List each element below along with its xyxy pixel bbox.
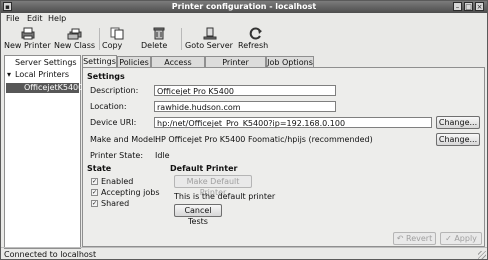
make-model-label: Make and Model: — [90, 135, 158, 144]
default-printer-heading: Default Printer — [170, 164, 238, 173]
device-uri-field[interactable]: hp:/net/Officejet_Pro_K5400?ip=192.168.0… — [154, 117, 432, 128]
tab-strip: Settings Policies Access control Printer… — [82, 55, 485, 78]
resize-grip-icon[interactable] — [478, 251, 486, 259]
menu-help[interactable]: Help — [48, 14, 66, 23]
refresh-icon — [249, 27, 262, 40]
enabled-checkbox[interactable]: ✓ — [91, 178, 98, 185]
revert-button[interactable]: ↶ Revert — [393, 232, 436, 245]
tab-policies[interactable]: Policies — [117, 56, 151, 67]
delete-button[interactable]: Delete — [141, 25, 177, 53]
tree-item-local-printers[interactable]: Local Printers — [15, 70, 69, 79]
tree-item-server-settings[interactable]: Server Settings — [15, 58, 77, 67]
printer-configuration-window: Printer configuration - localhost ▪ – □ … — [0, 0, 488, 260]
make-model-value: HP Officejet Pro K5400 Foomatic/hpijs (r… — [155, 135, 373, 144]
status-bar: Connected to localhost — [1, 247, 487, 259]
refresh-button[interactable]: Refresh — [238, 25, 274, 53]
shared-checkbox[interactable]: ✓ — [91, 200, 98, 207]
apply-label: Apply — [454, 234, 477, 243]
make-default-printer-button[interactable]: Make Default Printer — [174, 175, 252, 197]
printer-state-value: Idle — [155, 151, 170, 160]
cancel-tests-button[interactable]: Cancel Tests — [174, 204, 222, 226]
delete-icon — [153, 27, 165, 40]
printer-tree[interactable]: Server Settings ▾ Local Printers Officej… — [4, 55, 83, 249]
minimize-icon[interactable]: – — [453, 2, 462, 11]
new-class-label: New Class — [54, 41, 96, 50]
maximize-icon[interactable]: □ — [464, 2, 473, 11]
location-field[interactable]: rawhide.hudson.com — [154, 101, 336, 112]
accepting-jobs-label: Accepting jobs — [101, 188, 160, 197]
printer-state-label: Printer State: — [90, 151, 144, 160]
menu-bar: File Edit Help — [1, 13, 487, 25]
description-label: Description: — [90, 86, 139, 95]
tab-access-control[interactable]: Access control — [151, 56, 205, 78]
change-device-uri-button[interactable]: Change... — [436, 116, 480, 129]
change-make-model-button[interactable]: Change... — [436, 133, 480, 146]
tree-item-officejet-k5400[interactable]: OfficejetK5400 — [6, 83, 83, 93]
close-icon[interactable]: × — [475, 2, 484, 11]
revert-label: Revert — [406, 234, 433, 243]
goto-server-label: Goto Server — [185, 41, 233, 50]
new-printer-label: New Printer — [4, 41, 51, 50]
copy-label: Copy — [102, 41, 123, 50]
description-field[interactable]: Officejet Pro K5400 — [154, 85, 336, 96]
revert-icon: ↶ — [396, 234, 407, 243]
menu-file[interactable]: File — [6, 14, 19, 23]
goto-server-button[interactable]: Goto Server — [185, 25, 235, 53]
default-printer-text: This is the default printer — [174, 192, 276, 201]
copy-button[interactable]: Copy — [102, 25, 132, 53]
title-bar[interactable]: Printer configuration - localhost ▪ – □ … — [1, 1, 487, 13]
expand-arrow-icon[interactable]: ▾ — [7, 70, 11, 79]
state-heading: State — [87, 164, 112, 173]
settings-panel: Settings Description: Officejet Pro K540… — [82, 67, 485, 247]
server-icon — [203, 27, 217, 40]
shared-label: Shared — [101, 199, 130, 208]
apply-button[interactable]: ✓ Apply — [440, 232, 482, 245]
window-title: Printer configuration - localhost — [171, 2, 317, 11]
refresh-label: Refresh — [238, 41, 269, 50]
printer-class-icon — [67, 28, 82, 40]
device-uri-label: Device URI: — [90, 118, 137, 127]
delete-label: Delete — [141, 41, 168, 50]
new-printer-button[interactable]: New Printer — [4, 25, 52, 53]
toolbar-separator — [181, 28, 182, 50]
tab-printer-options[interactable]: Printer Options — [205, 56, 266, 78]
toolbar: New Printer New Class Copy Delete Goto S… — [1, 25, 487, 53]
tab-job-options[interactable]: Job Options — [266, 56, 314, 67]
new-class-button[interactable]: New Class — [54, 25, 96, 53]
status-text: Connected to localhost — [4, 250, 97, 259]
enabled-label: Enabled — [101, 177, 134, 186]
window-menu-icon[interactable]: ▪ — [3, 2, 12, 11]
location-label: Location: — [90, 102, 127, 111]
printer-icon — [21, 27, 35, 40]
accepting-jobs-checkbox[interactable]: ✓ — [91, 189, 98, 196]
toolbar-separator — [99, 28, 100, 50]
settings-heading: Settings — [87, 72, 125, 81]
tree-item-label: OfficejetK5400 — [24, 83, 84, 92]
copy-icon — [110, 27, 124, 40]
menu-edit[interactable]: Edit — [27, 14, 43, 23]
apply-icon: ✓ — [445, 234, 455, 243]
